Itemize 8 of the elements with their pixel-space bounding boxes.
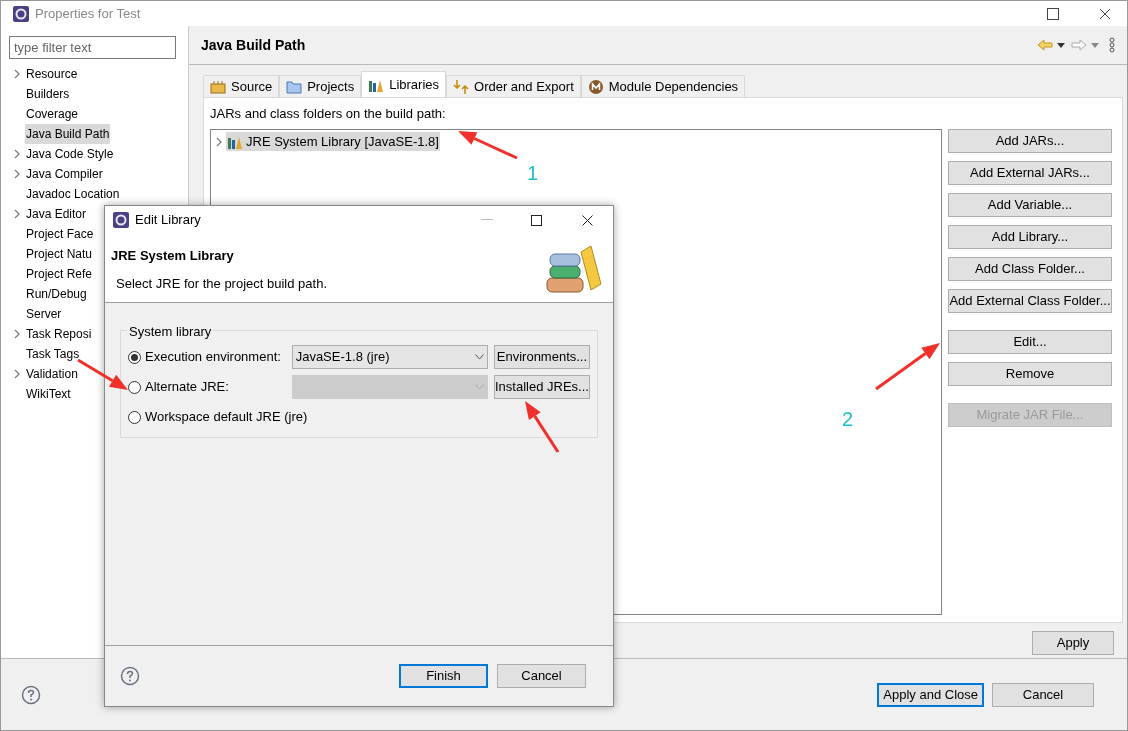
annotation-number: 2 [842,407,854,432]
dialog-description: Select JRE for the project build path. [115,274,328,293]
page-title: Java Build Path [201,35,306,55]
list-label: JARs and class folders on the build path: [210,105,447,123]
window-title: Properties for Test [35,4,141,23]
dialog-title: Edit Library [135,211,201,230]
dialog-heading: JRE System Library [111,247,235,265]
annotation-number: 1 [527,161,539,186]
